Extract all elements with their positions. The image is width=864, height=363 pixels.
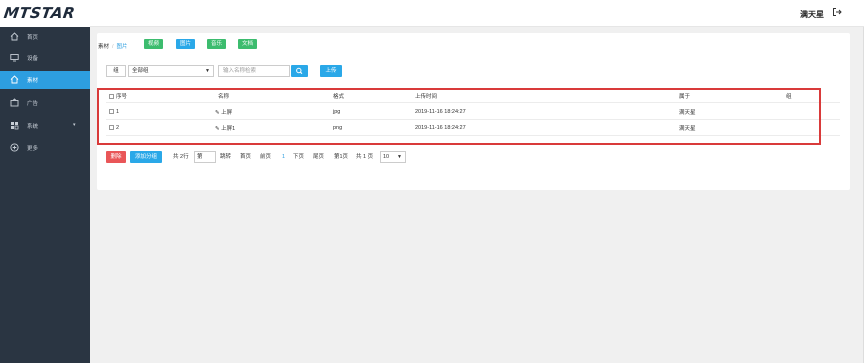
sidebar-item-label: 设备 — [27, 56, 39, 62]
sidebar-item-label: 广告 — [27, 101, 39, 107]
sidebar-item-ad[interactable]: 广告 — [0, 94, 90, 112]
group-select[interactable]: 全部组 ▼ — [128, 65, 214, 77]
sidebar: 首页 设备 素材 广告 系统 ▾ 更多 — [0, 27, 90, 363]
breadcrumb: 素材 / 图片 — [98, 42, 128, 50]
breadcrumb-sep: / — [112, 44, 114, 50]
chevron-down-icon: ▾ — [73, 122, 76, 128]
sidebar-item-label: 首页 — [27, 35, 39, 41]
tab-document[interactable]: 文档 — [238, 39, 258, 49]
last-page-button[interactable]: 尾页 — [313, 151, 324, 163]
user-name[interactable]: 满天星 — [800, 9, 824, 20]
home-icon — [10, 32, 19, 41]
sidebar-item-more[interactable]: 更多 — [0, 139, 90, 157]
total-rows: 共 2行 — [173, 154, 189, 160]
first-page-button[interactable]: 首页 — [240, 151, 251, 163]
tab-image[interactable]: 图片 — [176, 39, 196, 49]
chevron-down-icon: ▼ — [205, 68, 210, 74]
logo-area: MTSTAR — [0, 0, 90, 27]
page-size-value: 10 — [383, 154, 390, 160]
sidebar-item-home[interactable]: 首页 — [0, 28, 90, 46]
jump-button[interactable]: 跳转 — [220, 151, 231, 163]
sidebar-item-device[interactable]: 设备 — [0, 49, 90, 67]
logout-icon[interactable] — [832, 7, 842, 17]
plus-circle-icon — [10, 143, 19, 152]
sidebar-item-system[interactable]: 系统 ▾ — [0, 117, 90, 135]
breadcrumb-current: 图片 — [116, 44, 128, 50]
sidebar-item-material[interactable]: 素材 — [0, 71, 90, 89]
tab-music[interactable]: 音乐 — [207, 39, 227, 49]
sidebar-item-label: 更多 — [27, 146, 39, 152]
prev-page-button[interactable]: 前页 — [260, 151, 271, 163]
grid-icon — [11, 122, 19, 130]
delete-button[interactable]: 删除 — [106, 151, 126, 163]
current-page[interactable]: 1 — [282, 151, 285, 163]
page-info: 第1页 — [334, 154, 349, 160]
material-icon — [10, 75, 19, 84]
breadcrumb-root[interactable]: 素材 — [98, 44, 109, 50]
next-page-button[interactable]: 下页 — [293, 151, 304, 163]
group-label: 组 — [106, 65, 126, 77]
upload-button[interactable]: 上传 — [320, 65, 342, 77]
total-pages: 共 1 页 — [356, 154, 374, 160]
search-icon — [296, 67, 303, 75]
page-jump-input[interactable]: 第 — [194, 151, 216, 163]
logo: MTSTAR — [2, 4, 77, 22]
highlight-box — [97, 88, 821, 145]
sidebar-item-label: 系统 — [27, 124, 39, 130]
group-select-value: 全部组 — [132, 68, 149, 74]
ad-icon — [10, 98, 19, 107]
chevron-down-icon: ▼ — [397, 154, 402, 160]
search-input[interactable]: 输入名称检索 — [218, 65, 290, 77]
top-header: MTSTAR 满天星 — [0, 0, 864, 27]
page-size-select[interactable]: 10 ▼ — [380, 151, 406, 163]
tab-video[interactable]: 视频 — [144, 39, 164, 49]
search-button[interactable] — [291, 65, 308, 77]
sidebar-item-label: 素材 — [27, 78, 39, 84]
device-icon — [10, 54, 19, 62]
add-group-button[interactable]: 添加分组 — [130, 151, 162, 163]
